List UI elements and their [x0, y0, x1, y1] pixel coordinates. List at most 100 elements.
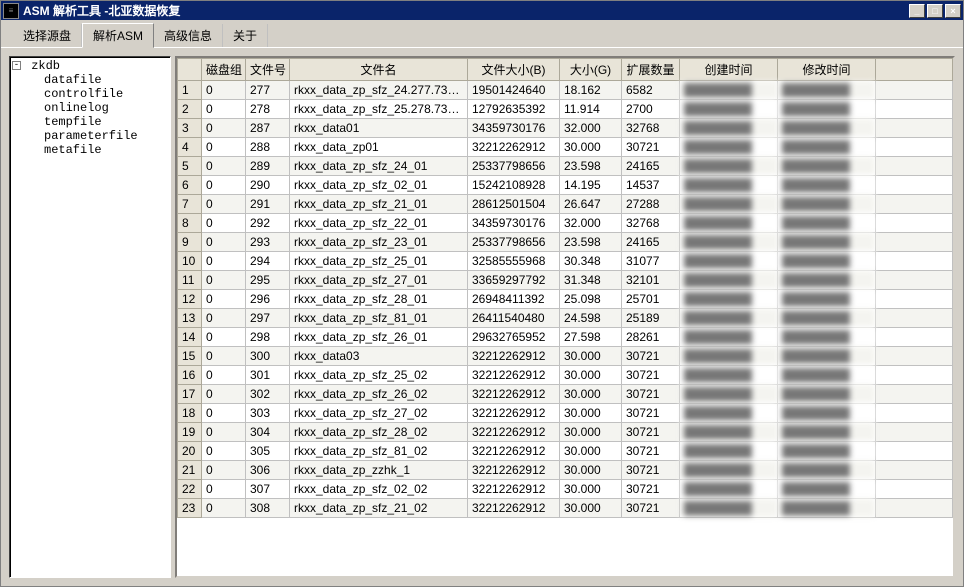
- table-row[interactable]: 230308rkxx_data_zp_sfz_21_02322122629123…: [178, 499, 953, 518]
- cell-diskgroup: 0: [202, 328, 246, 347]
- tab-advanced-info[interactable]: 高级信息: [154, 24, 223, 47]
- col-header-rownum[interactable]: [178, 59, 202, 81]
- cell-diskgroup: 0: [202, 138, 246, 157]
- table-row[interactable]: 90293rkxx_data_zp_sfz_23_012533779865623…: [178, 233, 953, 252]
- cell-spacer: [876, 195, 953, 214]
- cell-fileno: 296: [246, 290, 290, 309]
- cell-size-bytes: 19501424640: [468, 81, 560, 100]
- cell-spacer: [876, 366, 953, 385]
- tree-root-label[interactable]: zkdb: [31, 59, 60, 73]
- cell-size-bytes: 33659297792: [468, 271, 560, 290]
- cell-extents: 30721: [622, 138, 680, 157]
- cell-size-bytes: 32212262912: [468, 423, 560, 442]
- tree-root-node[interactable]: - zkdb datafile controlfile onlinelog te…: [12, 59, 168, 157]
- cell-diskgroup: 0: [202, 385, 246, 404]
- tab-parse-asm[interactable]: 解析ASM: [82, 23, 154, 48]
- table-row[interactable]: 160301rkxx_data_zp_sfz_25_02322122629123…: [178, 366, 953, 385]
- cell-filename: rkxx_data_zp_sfz_28_01: [290, 290, 468, 309]
- table-row[interactable]: 170302rkxx_data_zp_sfz_26_02322122629123…: [178, 385, 953, 404]
- table-row[interactable]: 70291rkxx_data_zp_sfz_21_012861250150426…: [178, 195, 953, 214]
- cell-create-time: ████████: [680, 176, 778, 195]
- tree-item-controlfile[interactable]: controlfile: [44, 87, 168, 101]
- tab-about[interactable]: 关于: [223, 24, 268, 47]
- cell-create-time: ████████: [680, 309, 778, 328]
- col-header-fileno[interactable]: 文件号: [246, 59, 290, 81]
- row-number: 2: [178, 100, 202, 119]
- table-row[interactable]: 150300rkxx_data033221226291230.00030721█…: [178, 347, 953, 366]
- cell-size-bytes: 12792635392: [468, 100, 560, 119]
- cell-create-time: ████████: [680, 328, 778, 347]
- tree-item-parameterfile[interactable]: parameterfile: [44, 129, 168, 143]
- cell-modify-time: ████████: [778, 138, 876, 157]
- cell-filename: rkxx_data_zp_sfz_81_01: [290, 309, 468, 328]
- table-row[interactable]: 120296rkxx_data_zp_sfz_28_01269484113922…: [178, 290, 953, 309]
- cell-spacer: [876, 461, 953, 480]
- table-row[interactable]: 20278rkxx_data_zp_sfz_25.278.73…12792635…: [178, 100, 953, 119]
- cell-spacer: [876, 404, 953, 423]
- cell-modify-time: ████████: [778, 176, 876, 195]
- table-row[interactable]: 40288rkxx_data_zp013221226291230.0003072…: [178, 138, 953, 157]
- table-row[interactable]: 30287rkxx_data013435973017632.00032768██…: [178, 119, 953, 138]
- cell-spacer: [876, 309, 953, 328]
- table-row[interactable]: 130297rkxx_data_zp_sfz_81_01264115404802…: [178, 309, 953, 328]
- close-button[interactable]: ×: [945, 4, 961, 18]
- col-header-create-time[interactable]: 创建时间: [680, 59, 778, 81]
- col-header-filename[interactable]: 文件名: [290, 59, 468, 81]
- col-header-diskgroup[interactable]: 磁盘组: [202, 59, 246, 81]
- col-header-extents[interactable]: 扩展数量: [622, 59, 680, 81]
- row-number: 16: [178, 366, 202, 385]
- cell-filename: rkxx_data_zp_sfz_21_02: [290, 499, 468, 518]
- table-row[interactable]: 200305rkxx_data_zp_sfz_81_02322122629123…: [178, 442, 953, 461]
- minimize-button[interactable]: _: [909, 4, 925, 18]
- cell-create-time: ████████: [680, 347, 778, 366]
- cell-size-gb: 32.000: [560, 119, 622, 138]
- tree-item-tempfile[interactable]: tempfile: [44, 115, 168, 129]
- table-row[interactable]: 190304rkxx_data_zp_sfz_28_02322122629123…: [178, 423, 953, 442]
- cell-diskgroup: 0: [202, 347, 246, 366]
- cell-size-bytes: 32212262912: [468, 138, 560, 157]
- grid-panel[interactable]: 磁盘组 文件号 文件名 文件大小(B) 大小(G) 扩展数量 创建时间 修改时间…: [175, 56, 955, 578]
- cell-extents: 30721: [622, 385, 680, 404]
- table-row[interactable]: 140298rkxx_data_zp_sfz_26_01296327659522…: [178, 328, 953, 347]
- tree-item-datafile[interactable]: datafile: [44, 73, 168, 87]
- app-window: ≡ ASM 解析工具 -北亚数据恢复 _ □ × 选择源盘 解析ASM 高级信息…: [0, 0, 964, 587]
- table-row[interactable]: 10277rkxx_data_zp_sfz_24.277.73…19501424…: [178, 81, 953, 100]
- tree-panel[interactable]: - zkdb datafile controlfile onlinelog te…: [9, 56, 171, 578]
- cell-spacer: [876, 138, 953, 157]
- maximize-button[interactable]: □: [927, 4, 943, 18]
- row-number: 19: [178, 423, 202, 442]
- table-row[interactable]: 100294rkxx_data_zp_sfz_25_01325855559683…: [178, 252, 953, 271]
- cell-size-bytes: 32212262912: [468, 404, 560, 423]
- tab-select-source[interactable]: 选择源盘: [13, 24, 82, 47]
- tree-item-onlinelog[interactable]: onlinelog: [44, 101, 168, 115]
- cell-modify-time: ████████: [778, 81, 876, 100]
- cell-spacer: [876, 442, 953, 461]
- cell-extents: 2700: [622, 100, 680, 119]
- cell-fileno: 304: [246, 423, 290, 442]
- cell-diskgroup: 0: [202, 461, 246, 480]
- tree-item-metafile[interactable]: metafile: [44, 143, 168, 157]
- table-row[interactable]: 60290rkxx_data_zp_sfz_02_011524210892814…: [178, 176, 953, 195]
- cell-size-gb: 30.000: [560, 138, 622, 157]
- table-row[interactable]: 210306rkxx_data_zp_zzhk_13221226291230.0…: [178, 461, 953, 480]
- cell-modify-time: ████████: [778, 442, 876, 461]
- col-header-size-gb[interactable]: 大小(G): [560, 59, 622, 81]
- table-row[interactable]: 50289rkxx_data_zp_sfz_24_012533779865623…: [178, 157, 953, 176]
- cell-filename: rkxx_data_zp01: [290, 138, 468, 157]
- table-row[interactable]: 220307rkxx_data_zp_sfz_02_02322122629123…: [178, 480, 953, 499]
- cell-size-gb: 30.000: [560, 366, 622, 385]
- cell-spacer: [876, 347, 953, 366]
- cell-filename: rkxx_data_zp_sfz_27_02: [290, 404, 468, 423]
- col-header-size-bytes[interactable]: 文件大小(B): [468, 59, 560, 81]
- table-row[interactable]: 180303rkxx_data_zp_sfz_27_02322122629123…: [178, 404, 953, 423]
- cell-fileno: 287: [246, 119, 290, 138]
- cell-fileno: 297: [246, 309, 290, 328]
- table-row[interactable]: 110295rkxx_data_zp_sfz_27_01336592977923…: [178, 271, 953, 290]
- tree-collapse-icon[interactable]: -: [12, 61, 21, 70]
- table-row[interactable]: 80292rkxx_data_zp_sfz_22_013435973017632…: [178, 214, 953, 233]
- cell-size-gb: 30.000: [560, 461, 622, 480]
- cell-filename: rkxx_data_zp_sfz_02_02: [290, 480, 468, 499]
- cell-filename: rkxx_data_zp_sfz_25.278.73…: [290, 100, 468, 119]
- cell-create-time: ████████: [680, 157, 778, 176]
- col-header-modify-time[interactable]: 修改时间: [778, 59, 876, 81]
